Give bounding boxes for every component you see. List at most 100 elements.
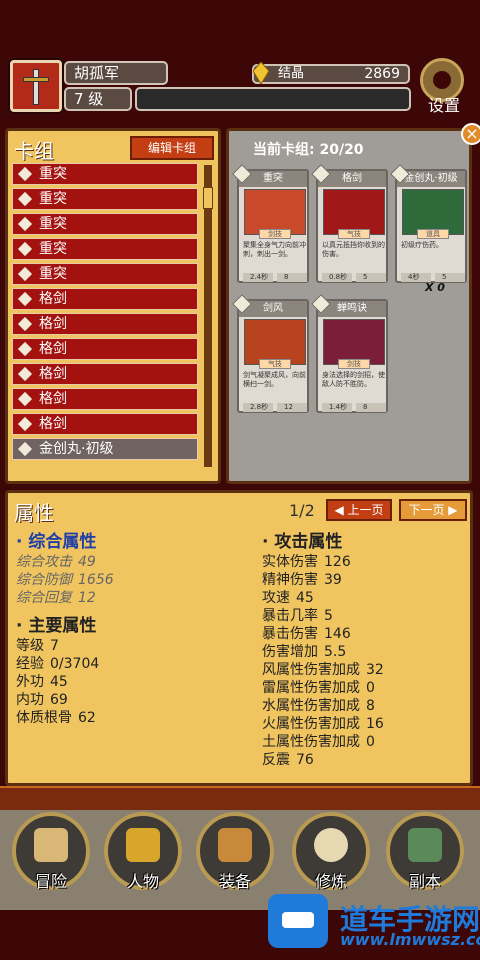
stat-key: 暴击伤害 <box>262 626 318 642</box>
stat-key: 等级 <box>16 638 44 654</box>
card-tag: 剑技 <box>259 229 291 239</box>
nav-label: 修炼 <box>314 872 347 891</box>
stat-value: 0 <box>366 680 375 696</box>
crystal-label: 结晶 <box>278 66 305 81</box>
diamond-icon <box>17 216 33 232</box>
card[interactable]: 剑风 气技 剑气凝聚成风，向前横扫一剑。 2.8秒 12 <box>232 294 309 413</box>
nav-label: 人物 <box>126 872 159 891</box>
avatar[interactable] <box>10 60 62 112</box>
crystal-counter: 结晶 2869 <box>252 64 410 84</box>
exp-bar <box>135 87 411 111</box>
diamond-icon <box>17 341 33 357</box>
deck-scrollbar[interactable] <box>204 165 212 467</box>
stat-key: 综合回复 <box>16 590 72 606</box>
deck-item[interactable]: 重突 <box>12 188 198 210</box>
stat-row: 雷属性伤害加成 0 <box>262 679 384 697</box>
stat-key: 内功 <box>16 692 44 708</box>
stat-value: 45 <box>50 674 68 690</box>
deck-item[interactable]: 格剑 <box>12 388 198 410</box>
deck-item-label: 重突 <box>39 166 67 182</box>
deck-item-label: 格剑 <box>39 416 67 432</box>
card-cost: 8 <box>356 403 386 412</box>
close-icon[interactable]: × <box>461 123 480 145</box>
player-level: 7 级 <box>64 87 132 111</box>
stat-row: 等级 7 <box>16 637 99 655</box>
card-extra-count: X 0 <box>425 281 445 294</box>
stat-row: 经验 0/3704 <box>16 655 99 673</box>
nav-label: 冒险 <box>34 872 67 891</box>
game-screen: 胡孤军 7 级 结晶 2869 设置 卡组 编辑卡组 重突 重突 重突 重突 重… <box>0 0 480 960</box>
diamond-icon <box>17 441 33 457</box>
deck-title: 卡组 <box>14 139 54 163</box>
stat-row: 外功 45 <box>16 673 99 691</box>
cave-icon <box>408 828 442 862</box>
prev-page-button[interactable]: ◀ 上一页 <box>326 499 392 521</box>
stat-value: 12 <box>78 590 96 606</box>
page-indicator: 1/2 <box>289 501 315 520</box>
nav-adventure-button[interactable]: 冒险 <box>12 812 90 891</box>
deck-item-selected[interactable]: 金创丸·初级 <box>12 438 198 460</box>
deck-scroll-thumb[interactable] <box>203 187 213 209</box>
stat-key: 土属性伤害加成 <box>262 734 360 750</box>
stat-value: 126 <box>324 554 351 570</box>
deck-item[interactable]: 格剑 <box>12 338 198 360</box>
stat-key: 外功 <box>16 674 44 690</box>
card-desc: 初级疗伤药。 <box>401 241 443 249</box>
stat-value: 7 <box>50 638 59 654</box>
deck-item[interactable]: 格剑 <box>12 413 198 435</box>
stat-key: 反震 <box>262 752 290 768</box>
attributes-panel: 属性 1/2 ◀ 上一页 下一页 ▶ · 综合属性 综合攻击 49 综合防御 165… <box>5 490 473 786</box>
nav-dungeon-button[interactable]: 副本 <box>386 812 464 891</box>
edit-deck-button[interactable]: 编辑卡组 <box>130 136 214 160</box>
next-page-button[interactable]: 下一页 ▶ <box>399 499 467 521</box>
crystal-value: 2869 <box>364 66 400 82</box>
diamond-icon <box>17 366 33 382</box>
deck-item[interactable]: 格剑 <box>12 288 198 310</box>
card-cooldown: 2.4秒 <box>243 273 273 282</box>
stat-value: 1656 <box>78 572 114 588</box>
diamond-icon <box>17 191 33 207</box>
nav-cultivate-button[interactable]: 修炼 <box>292 812 370 891</box>
nav-label: 副本 <box>408 872 441 891</box>
deck-item[interactable]: 重突 <box>12 263 198 285</box>
stat-row: 伤害增加 5.5 <box>262 643 384 661</box>
deck-item[interactable]: 重突 <box>12 238 198 260</box>
deck-item[interactable]: 重突 <box>12 213 198 235</box>
deck-item[interactable]: 格剑 <box>12 313 198 335</box>
deck-item-label: 格剑 <box>39 366 67 382</box>
stat-row: 暴击伤害 146 <box>262 625 384 643</box>
deck-item-label: 重突 <box>39 266 67 282</box>
nav-border <box>0 786 480 810</box>
map-icon <box>34 828 68 862</box>
bagua-icon <box>314 828 348 862</box>
card-tag: 剑技 <box>338 359 370 369</box>
stat-value: 62 <box>78 710 96 726</box>
attack-stats: 实体伤害 126 精神伤害 39 攻速 45 暴击几率 5 暴击伤害 146 伤害增加 5.… <box>262 553 384 769</box>
stat-row: 水属性伤害加成 8 <box>262 697 384 715</box>
stat-value: 76 <box>296 752 314 768</box>
card[interactable]: 格剑 气技 以真元抵挡你收到的伤害。 0.8秒 5 <box>311 164 388 283</box>
stat-row: 火属性伤害加成 16 <box>262 715 384 733</box>
settings-label[interactable]: 设置 <box>428 92 460 116</box>
current-deck-title: 当前卡组: 20/20 <box>253 142 364 158</box>
deck-item[interactable]: 格剑 <box>12 363 198 385</box>
card[interactable]: 蝉鸣诀 剑技 身法选择的剑招，使敌人防不胜防。 1.4秒 8 <box>311 294 388 413</box>
stat-key: 暴击几率 <box>262 608 318 624</box>
card-desc: 聚集全身气力向前冲刺，刺出一剑。 <box>243 241 306 258</box>
card[interactable]: 重突 剑技 聚集全身气力向前冲刺，刺出一剑。 2.4秒 8 <box>232 164 309 283</box>
nav-equipment-button[interactable]: 装备 <box>196 812 274 891</box>
combined-stats: 综合攻击 49 综合防御 1656 综合回复 12 <box>16 553 114 607</box>
stat-row: 实体伤害 126 <box>262 553 384 571</box>
diamond-icon <box>17 416 33 432</box>
nav-character-button[interactable]: 人物 <box>104 812 182 891</box>
crystal-icon <box>253 62 269 84</box>
deck-item[interactable]: 重突 <box>12 163 198 185</box>
stat-key: 风属性伤害加成 <box>262 662 360 678</box>
attributes-title: 属性 <box>14 501 54 525</box>
stat-key: 伤害增加 <box>262 644 318 660</box>
stat-row: 土属性伤害加成 0 <box>262 733 384 751</box>
watermark-url: www.lmwwsz.com <box>340 930 480 949</box>
stat-row: 反震 76 <box>262 751 384 769</box>
card[interactable]: 金创丸·初级 道具 初级疗伤药。 4秒 5 <box>390 164 467 283</box>
stat-key: 实体伤害 <box>262 554 318 570</box>
